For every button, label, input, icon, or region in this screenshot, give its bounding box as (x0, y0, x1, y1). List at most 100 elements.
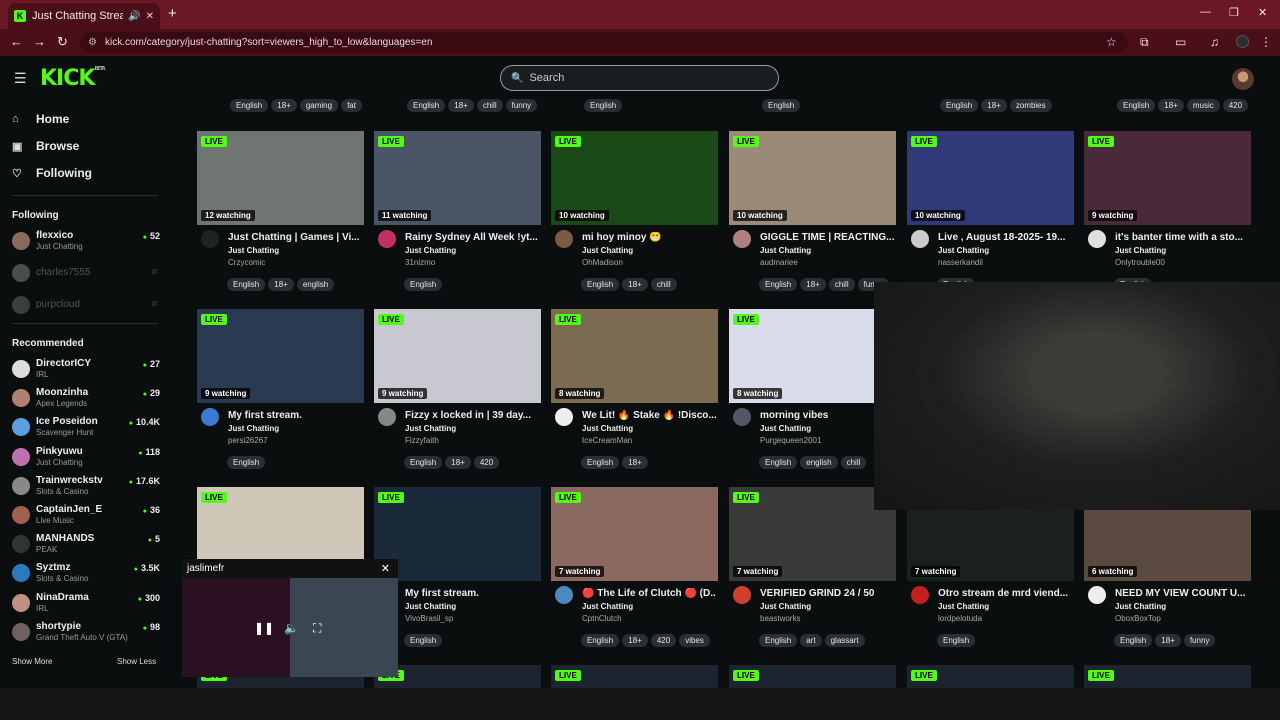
stream-category[interactable]: Just Chatting (405, 602, 456, 611)
streamer-name[interactable]: Onlytrouble00 (1115, 258, 1165, 267)
stream-card[interactable]: LIVE 7 watching Otro stream de mrd viend… (907, 487, 1074, 653)
streamer-avatar[interactable] (378, 230, 396, 248)
stream-title[interactable]: it's banter time with a sto... (1115, 232, 1249, 243)
stream-thumbnail[interactable]: LIVE 10 watching (551, 131, 718, 225)
stream-thumbnail[interactable]: LIVE (551, 665, 718, 688)
stream-category[interactable]: Just Chatting (405, 424, 456, 433)
streamer-avatar[interactable] (733, 586, 751, 604)
tag-chip[interactable]: 420 (473, 456, 500, 469)
tag-chip[interactable]: English (227, 456, 266, 469)
streamer-avatar[interactable] (378, 408, 396, 426)
stream-thumbnail[interactable]: LIVE (729, 665, 896, 688)
stream-card[interactable]: LIVE 9 watching it's banter time with a … (1084, 131, 1251, 297)
forward-icon[interactable]: → (33, 34, 46, 49)
tag-chip[interactable]: English (759, 456, 798, 469)
close-tab-icon[interactable]: ✕ (146, 11, 154, 22)
following-item[interactable]: purpcloud ⊘ (12, 292, 160, 318)
tag-chip[interactable]: English (581, 278, 620, 291)
tag-chip[interactable]: music (1186, 99, 1220, 112)
stream-thumbnail[interactable]: LIVE 9 watching (197, 309, 364, 403)
stream-card[interactable]: LIVE 10 watching mi hoy minoy 😁 Just Cha… (551, 131, 718, 297)
cast-icon[interactable]: ▭ (1175, 35, 1186, 49)
streamer-name[interactable]: OboxBoxTop (1115, 614, 1161, 623)
tag-chip[interactable]: English (940, 99, 979, 112)
recommended-item[interactable]: CaptainJen_E Live Music 36 (12, 502, 160, 528)
streamer-name[interactable]: CptnClutch (582, 614, 622, 623)
tag-chip[interactable]: funny (505, 99, 538, 112)
volume-icon[interactable]: 🔈 (284, 621, 299, 635)
new-tab-button[interactable]: + (168, 5, 177, 22)
streamer-name[interactable]: VivoBrasil_sp (405, 614, 453, 623)
streamer-name[interactable]: 31nizmo (405, 258, 435, 267)
tag-chip[interactable]: English (1117, 99, 1156, 112)
stream-category[interactable]: Just Chatting (1115, 602, 1166, 611)
streamer-avatar[interactable] (555, 230, 573, 248)
stream-category[interactable]: Just Chatting (228, 246, 279, 255)
menu-dots-icon[interactable]: ⋮ (1260, 35, 1272, 49)
streamer-name[interactable]: audmariee (760, 258, 798, 267)
stream-title[interactable]: Fizzy x locked in | 39 day... (405, 410, 539, 421)
recommended-item[interactable]: Trainwreckstv Slots & Casino 17.6K (12, 473, 160, 499)
stream-thumbnail[interactable]: LIVE (374, 487, 541, 581)
stream-card[interactable]: LIVE 6 watching NEED MY VIEW COUNT U... … (1084, 487, 1251, 653)
stream-thumbnail[interactable]: LIVE 10 watching (729, 131, 896, 225)
bookmark-star-icon[interactable]: ☆ (1106, 35, 1117, 49)
pause-icon[interactable]: ❚❚ (254, 621, 274, 635)
stream-thumbnail[interactable]: LIVE 8 watching (551, 309, 718, 403)
streamer-avatar[interactable] (911, 230, 929, 248)
tag-chip[interactable]: 18+ (1158, 99, 1184, 112)
tag-chip[interactable]: 18+ (268, 278, 294, 291)
speaker-icon[interactable]: 🔊 (128, 11, 140, 22)
recommended-item[interactable]: NinaDrama IRL 300 (12, 590, 160, 616)
tag-chip[interactable]: English (759, 278, 798, 291)
streamer-avatar[interactable] (555, 586, 573, 604)
tag-chip[interactable]: 18+ (448, 99, 474, 112)
expand-icon[interactable]: ⛶ (313, 621, 321, 636)
tag-chip[interactable]: 18+ (981, 99, 1007, 112)
streamer-name[interactable]: nasserkandil (938, 258, 983, 267)
stream-title[interactable]: Otro stream de mrd viend... (938, 588, 1072, 599)
search-input[interactable]: 🔍 Search (500, 65, 779, 91)
tag-chip[interactable]: english (800, 456, 838, 469)
stream-category[interactable]: Just Chatting (405, 246, 456, 255)
streamer-name[interactable]: beastworks (760, 614, 800, 623)
hamburger-menu-icon[interactable]: ☰ (14, 70, 27, 87)
site-info-icon[interactable]: ⚙ (88, 37, 97, 48)
stream-thumbnail[interactable]: LIVE (1084, 665, 1251, 688)
tag-chip[interactable]: English (937, 634, 976, 647)
show-more-button[interactable]: Show More (12, 657, 52, 666)
recommended-item[interactable]: Pinkyuwu Just Chatting 118 (12, 444, 160, 470)
streamer-name[interactable]: Crzycomic (228, 258, 265, 267)
show-less-button[interactable]: Show Less (117, 657, 156, 666)
mini-player-channel-name[interactable]: jaslimefr (187, 563, 224, 574)
stream-title[interactable]: mi hoy minoy 😁 (582, 232, 716, 243)
tag-chip[interactable]: English (227, 278, 266, 291)
stream-category[interactable]: Just Chatting (938, 246, 989, 255)
streamer-name[interactable]: OhMadison (582, 258, 623, 267)
kick-logo[interactable]: KICKBETA (40, 66, 106, 91)
stream-title[interactable]: We Lit! 🔥 Stake 🔥 !Disco... (582, 410, 716, 421)
recommended-item[interactable]: shortypie Grand Theft Auto V (GTA) 98 (12, 619, 160, 645)
tag-chip[interactable]: glassart (824, 634, 865, 647)
tag-chip[interactable]: 18+ (622, 634, 648, 647)
nav-browse[interactable]: ▣ Browse (12, 139, 79, 153)
stream-card[interactable]: LIVE 9 watching Fizzy x locked in | 39 d… (374, 309, 541, 475)
stream-card[interactable]: LIVE 8 watching morning vibes Just Chatt… (729, 309, 896, 475)
minimize-icon[interactable]: — (1200, 6, 1211, 18)
stream-card[interactable]: LIVE 12 watching Just Chatting | Games |… (197, 131, 364, 297)
stream-title[interactable]: Live , August 18-2025- 19... (938, 232, 1072, 243)
stream-card[interactable]: LIVE 8 watching We Lit! 🔥 Stake 🔥 !Disco… (551, 309, 718, 475)
tag-chip[interactable]: English (404, 278, 443, 291)
stream-title[interactable]: VERIFIED GRIND 24 / 50 (760, 588, 894, 599)
stream-category[interactable]: Just Chatting (760, 602, 811, 611)
tag-chip[interactable]: 420 (650, 634, 677, 647)
tag-chip[interactable]: 18+ (1155, 634, 1181, 647)
recommended-item[interactable]: MANHANDS PEAK 5 (12, 531, 160, 557)
stream-card[interactable]: LIVE 7 watching 🔴 The Life of Clutch 🔴 (… (551, 487, 718, 653)
stream-title[interactable]: 🔴 The Life of Clutch 🔴 (D... (582, 588, 716, 599)
recommended-item[interactable]: Moonzinha Apex Legends 29 (12, 385, 160, 411)
stream-card[interactable]: LIVE 9 watching My first stream. Just Ch… (197, 309, 364, 475)
stream-title[interactable]: NEED MY VIEW COUNT U... (1115, 588, 1249, 599)
tag-chip[interactable]: English (581, 456, 620, 469)
browser-tab[interactable]: K Just Chatting Streaming - L 🔊 ✕ (8, 3, 160, 29)
